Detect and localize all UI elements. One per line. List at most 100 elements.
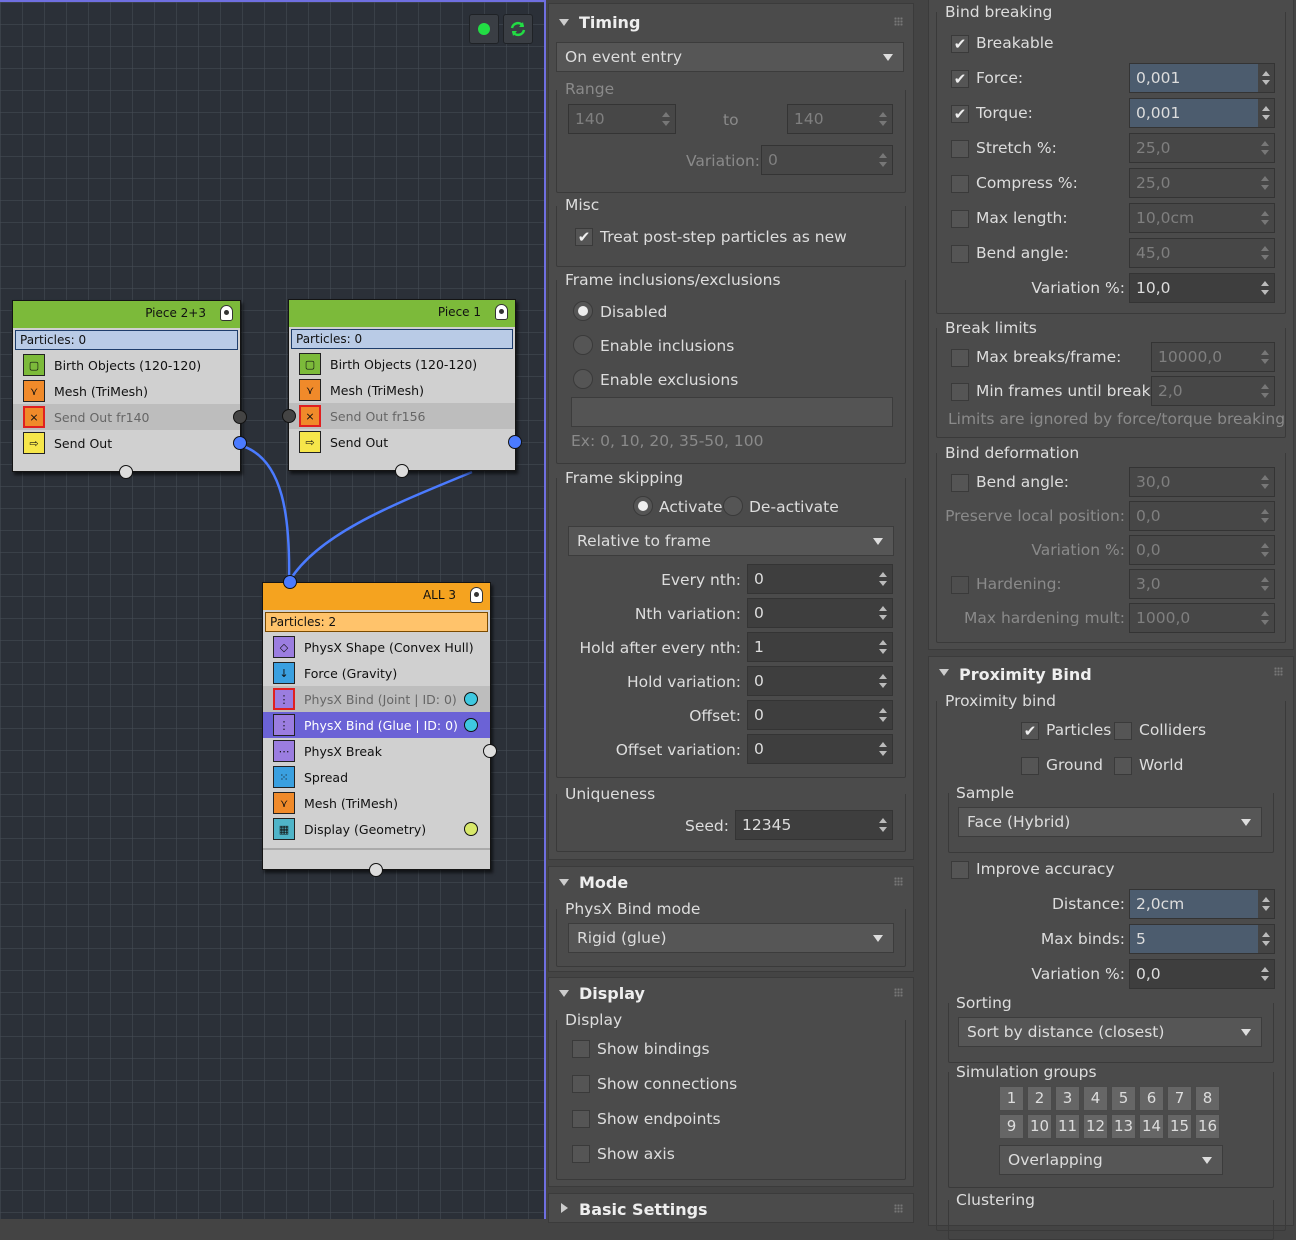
operator-mesh[interactable]: ⋎ Mesh (TriMesh) [13, 378, 240, 404]
sim-group-button-14[interactable]: 14 [1139, 1114, 1164, 1139]
event-node-piece-1[interactable]: Piece 1 Particles: 0 ▢ Birth Objects (120… [282, 299, 522, 478]
collapse-triangle-icon[interactable] [559, 990, 569, 997]
spinner-arrows-icon[interactable] [1261, 611, 1269, 625]
spinner-arrows-icon[interactable] [662, 112, 670, 126]
deform-bend-spinner[interactable]: 30,0 [1129, 467, 1275, 497]
deform-bend-checkbox[interactable] [951, 474, 969, 492]
operator-physx-shape[interactable]: ◇ PhysX Shape (Convex Hull) [263, 634, 490, 660]
display-port[interactable] [464, 822, 478, 836]
bind-port[interactable] [464, 718, 478, 732]
spinner-arrows-icon[interactable] [1261, 475, 1269, 489]
compress-spinner[interactable]: 25,0 [1129, 168, 1275, 198]
operator-spread[interactable]: ⁙ Spread [263, 764, 490, 790]
operator-physx-bind-joint[interactable]: ⋮ PhysX Bind (Joint | ID: 0) [263, 686, 490, 712]
grip-icon[interactable] [894, 988, 903, 997]
sim-group-button-6[interactable]: 6 [1139, 1086, 1164, 1111]
grip-icon[interactable] [894, 877, 903, 886]
improve-accuracy-checkbox[interactable] [951, 861, 969, 879]
output-port[interactable] [233, 410, 247, 424]
spinner-arrows-icon[interactable] [1258, 99, 1274, 127]
node-header[interactable]: ALL 3 [263, 583, 490, 610]
spinner-arrows-icon[interactable] [879, 818, 887, 832]
torque-spinner[interactable]: 0,001 [1129, 98, 1275, 128]
spinner-arrows-icon[interactable] [879, 742, 887, 756]
output-port[interactable] [233, 436, 247, 450]
lightbulb-icon[interactable] [495, 304, 508, 320]
world-checkbox[interactable] [1114, 757, 1132, 775]
grip-icon[interactable] [894, 17, 903, 26]
sim-group-button-9[interactable]: 9 [999, 1114, 1024, 1139]
sim-group-button-10[interactable]: 10 [1027, 1114, 1052, 1139]
operator-send-out[interactable]: ⇨ Send Out [13, 430, 247, 456]
sim-group-button-15[interactable]: 15 [1167, 1114, 1192, 1139]
spinner-arrows-icon[interactable] [1261, 543, 1269, 557]
max-length-spinner[interactable]: 10,0cm [1129, 203, 1275, 233]
spinner-arrows-icon[interactable] [1261, 577, 1269, 591]
rollout-title[interactable]: Timing [579, 13, 640, 32]
spinner-arrows-icon[interactable] [1261, 967, 1269, 981]
radio-enable-exclusions[interactable] [573, 369, 593, 389]
stretch-checkbox[interactable] [951, 140, 969, 158]
frame-list-input[interactable] [571, 397, 893, 427]
collapse-triangle-icon[interactable] [559, 19, 569, 26]
sim-group-button-2[interactable]: 2 [1027, 1086, 1052, 1111]
ground-checkbox[interactable] [1021, 757, 1039, 775]
input-port[interactable] [283, 575, 297, 589]
sorting-dropdown[interactable]: Sort by distance (closest) [958, 1017, 1262, 1047]
bend-angle-spinner[interactable]: 45,0 [1129, 238, 1275, 268]
max-breaks-spinner[interactable]: 10000,0 [1151, 342, 1275, 372]
deform-variation-spinner[interactable]: 0,0 [1129, 535, 1275, 565]
seed-spinner[interactable]: 12345 [735, 810, 893, 840]
spinner-arrows-icon[interactable] [879, 708, 887, 722]
sim-group-button-12[interactable]: 12 [1083, 1114, 1108, 1139]
treat-new-checkbox[interactable]: ✔ [575, 228, 593, 246]
spinner-arrows-icon[interactable] [1258, 890, 1274, 918]
rollout-title[interactable]: Proximity Bind [959, 665, 1092, 684]
hold-variation-spinner[interactable]: 0 [747, 666, 893, 696]
spinner-arrows-icon[interactable] [1261, 384, 1269, 398]
operator-physx-break[interactable]: ⋯ PhysX Break [263, 738, 497, 764]
particles-checkbox[interactable]: ✔ [1021, 722, 1039, 740]
grip-icon[interactable] [1274, 667, 1283, 676]
max-breaks-checkbox[interactable] [951, 349, 969, 367]
spinner-arrows-icon[interactable] [879, 112, 887, 126]
rollout-title[interactable]: Display [579, 984, 645, 1003]
operator-birth-objects[interactable]: ▢ Birth Objects (120-120) [13, 352, 240, 378]
radio-deactivate[interactable] [723, 496, 743, 516]
preserve-position-spinner[interactable]: 0,0 [1129, 501, 1275, 531]
spinner-arrows-icon[interactable] [879, 640, 887, 654]
node-header[interactable]: Piece 2+3 [13, 301, 240, 328]
hold-after-nth-spinner[interactable]: 1 [747, 632, 893, 662]
spinner-arrows-icon[interactable] [1261, 246, 1269, 260]
offset-spinner[interactable]: 0 [747, 700, 893, 730]
stretch-spinner[interactable]: 25,0 [1129, 133, 1275, 163]
event-trigger-dropdown[interactable]: On event entry [556, 42, 904, 72]
grip-icon[interactable] [894, 1204, 903, 1213]
sim-group-button-7[interactable]: 7 [1167, 1086, 1192, 1111]
node-header[interactable]: Piece 1 [289, 300, 515, 327]
spinner-arrows-icon[interactable] [879, 674, 887, 688]
operator-force[interactable]: ↓ Force (Gravity) [263, 660, 490, 686]
force-checkbox[interactable]: ✔ [951, 70, 969, 88]
event-node-piece-2-3[interactable]: Piece 2+3 Particles: 0 ▢ Birth Objects (1… [12, 300, 247, 479]
compress-checkbox[interactable] [951, 175, 969, 193]
operator-physx-bind-glue[interactable]: ⋮ PhysX Bind (Glue | ID: 0) [263, 712, 490, 738]
spinner-arrows-icon[interactable] [1261, 281, 1269, 295]
expand-triangle-icon[interactable] [561, 1203, 568, 1213]
operator-mesh[interactable]: ⋎ Mesh (TriMesh) [263, 790, 490, 816]
bind-mode-dropdown[interactable]: Rigid (glue) [568, 923, 894, 953]
toolbar-refresh-button[interactable] [503, 14, 533, 44]
max-length-checkbox[interactable] [951, 210, 969, 228]
bend-angle-checkbox[interactable] [951, 245, 969, 263]
operator-send-out[interactable]: ⇨ Send Out [289, 429, 522, 455]
output-port[interactable] [508, 435, 522, 449]
prox-variation-spinner[interactable]: 0,0 [1129, 959, 1275, 989]
rollout-title[interactable]: Mode [579, 873, 628, 892]
spinner-arrows-icon[interactable] [1258, 64, 1274, 92]
collapse-triangle-icon[interactable] [559, 879, 569, 886]
sim-group-button-3[interactable]: 3 [1055, 1086, 1080, 1111]
hardening-checkbox[interactable] [951, 576, 969, 594]
toolbar-status-button[interactable] [469, 14, 499, 44]
every-nth-spinner[interactable]: 0 [747, 564, 893, 594]
lightbulb-icon[interactable] [220, 305, 233, 321]
